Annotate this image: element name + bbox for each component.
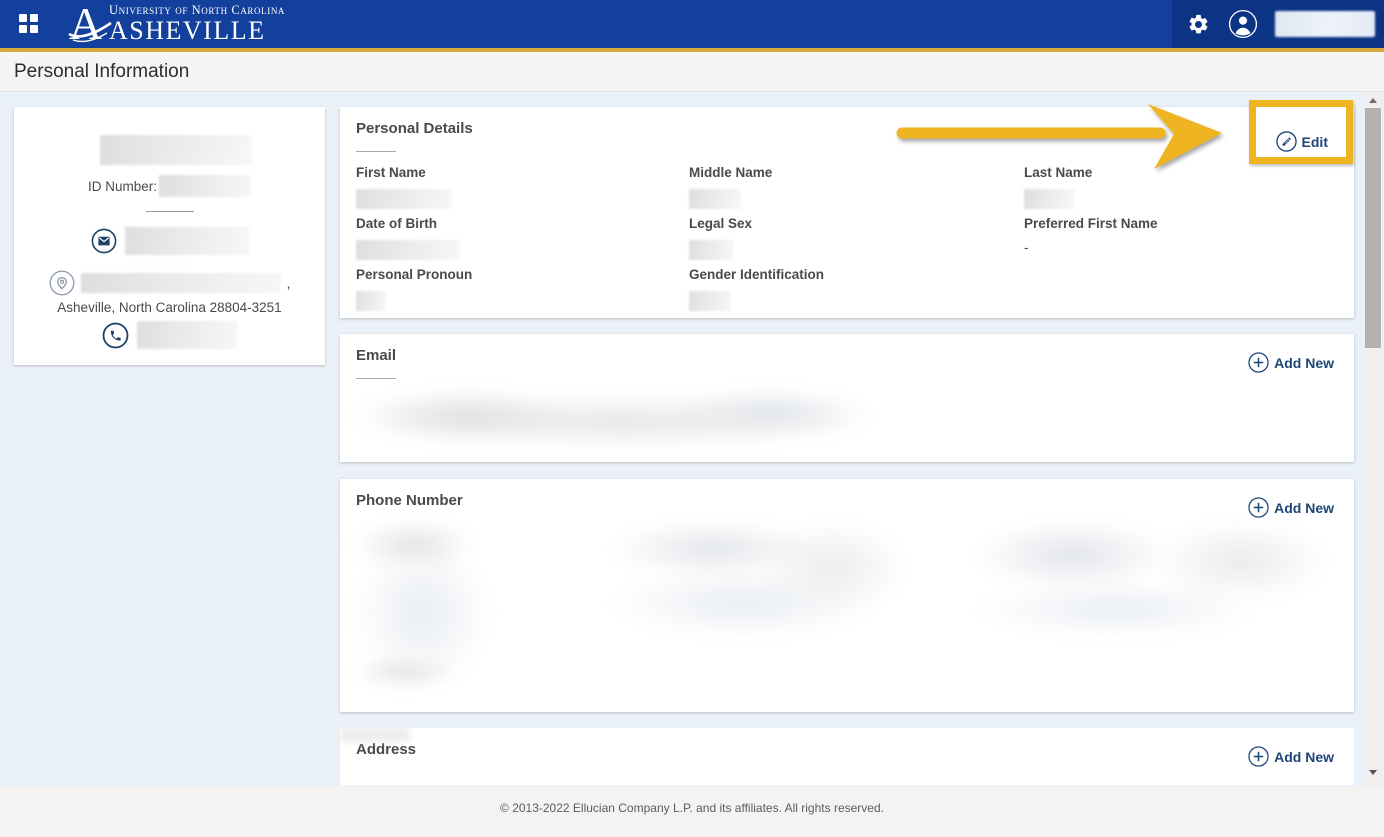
- profile-name-redacted: [100, 135, 252, 165]
- phone-entry-redacted: [352, 519, 528, 689]
- phone-icon: [102, 322, 129, 349]
- phone-redacted: [137, 321, 237, 349]
- app-header: A University of North Carolina ASHEVILLE: [0, 0, 1384, 48]
- settings-button[interactable]: [1183, 9, 1213, 39]
- avatar-icon: [1228, 9, 1258, 39]
- add-phone-button[interactable]: Add New: [1248, 497, 1334, 518]
- copyright-text: © 2013-2022 Ellucian Company L.P. and it…: [500, 801, 884, 815]
- field-last-name: Last Name: [1024, 165, 1344, 216]
- map-pin-icon: [49, 270, 75, 296]
- personal-details-card: Personal Details Edit First Name Middle …: [340, 107, 1354, 318]
- phone-card: Phone Number Add New: [340, 479, 1354, 712]
- address-card: Address Add New: [340, 728, 1354, 785]
- app-menu-icon[interactable]: [19, 14, 39, 34]
- email-title: Email: [356, 347, 396, 364]
- profile-phone-row: [14, 321, 325, 349]
- redacted-value: [1024, 189, 1074, 209]
- field-date-of-birth: Date of Birth: [356, 216, 689, 267]
- plus-circle-icon: [1248, 746, 1269, 767]
- redacted-value: [356, 189, 452, 209]
- unca-logo[interactable]: A University of North Carolina ASHEVILLE: [67, 1, 285, 47]
- field-personal-pronoun: Personal Pronoun: [356, 267, 689, 318]
- profile-address-row: ,: [14, 270, 325, 296]
- email-redacted: [125, 227, 249, 255]
- personal-details-fields: First Name Middle Name Last Name Date of…: [356, 165, 1344, 318]
- phone-entry-redacted: [973, 519, 1330, 639]
- user-menu-button[interactable]: [1227, 8, 1259, 40]
- section-divider: [356, 378, 396, 379]
- gear-icon: [1187, 13, 1210, 36]
- main-content: ID Number: , Asheville, North Carolina 2…: [0, 92, 1384, 786]
- address-entry-redacted: [340, 728, 410, 742]
- redacted-value: [689, 189, 741, 209]
- add-phone-label: Add New: [1274, 500, 1334, 516]
- phone-title: Phone Number: [356, 492, 463, 509]
- redacted-value: [356, 291, 386, 311]
- add-address-label: Add New: [1274, 749, 1334, 765]
- profile-email-row: [14, 227, 325, 255]
- id-number-label: ID Number:: [88, 179, 157, 194]
- scrollbar-thumb[interactable]: [1365, 108, 1381, 348]
- page-footer: © 2013-2022 Ellucian Company L.P. and it…: [0, 786, 1384, 837]
- logo-institution-line: University of North Carolina: [109, 4, 285, 17]
- section-divider: [356, 151, 396, 152]
- logo-a-mark: A: [67, 1, 115, 47]
- redacted-value: [689, 240, 733, 260]
- logo-city-line: ASHEVILLE: [109, 17, 285, 44]
- address-title: Address: [356, 741, 416, 758]
- email-entries-redacted: [352, 388, 872, 450]
- address-city-line: Asheville, North Carolina 28804-3251: [14, 300, 325, 315]
- scroll-up-arrow[interactable]: [1365, 92, 1381, 108]
- redacted-value: [356, 240, 460, 260]
- field-gender-identification: Gender Identification: [689, 267, 1024, 318]
- profile-id-row: ID Number:: [14, 175, 325, 197]
- field-first-name: First Name: [356, 165, 689, 216]
- page-title: Personal Information: [14, 61, 189, 83]
- address-line1-redacted: [81, 273, 281, 293]
- edit-button-label: Edit: [1302, 134, 1328, 150]
- add-address-button[interactable]: Add New: [1248, 746, 1334, 767]
- profile-divider: [146, 211, 194, 212]
- vertical-scrollbar[interactable]: [1365, 92, 1381, 786]
- plus-circle-icon: [1248, 497, 1269, 518]
- id-number-redacted: [159, 175, 251, 197]
- address-comma: ,: [287, 276, 291, 291]
- pencil-icon: [1276, 131, 1297, 152]
- header-user-panel: [1172, 0, 1384, 48]
- field-value: -: [1024, 240, 1344, 255]
- field-legal-sex: Legal Sex: [689, 216, 1024, 267]
- add-email-button[interactable]: Add New: [1248, 352, 1334, 373]
- plus-circle-icon: [1248, 352, 1269, 373]
- redacted-value: [689, 291, 731, 311]
- envelope-icon: [91, 228, 117, 254]
- profile-summary-card: ID Number: , Asheville, North Carolina 2…: [14, 107, 325, 365]
- scroll-down-arrow[interactable]: [1365, 764, 1381, 780]
- phone-entry-redacted: [608, 519, 908, 639]
- page-title-bar: Personal Information: [0, 52, 1384, 92]
- email-card: Email Add New: [340, 334, 1354, 462]
- personal-details-title: Personal Details: [356, 120, 473, 137]
- field-middle-name: Middle Name: [689, 165, 1024, 216]
- add-email-label: Add New: [1274, 355, 1334, 371]
- edit-button[interactable]: Edit: [1276, 131, 1328, 152]
- field-preferred-first-name: Preferred First Name -: [1024, 216, 1344, 267]
- user-name-redacted[interactable]: [1275, 11, 1375, 37]
